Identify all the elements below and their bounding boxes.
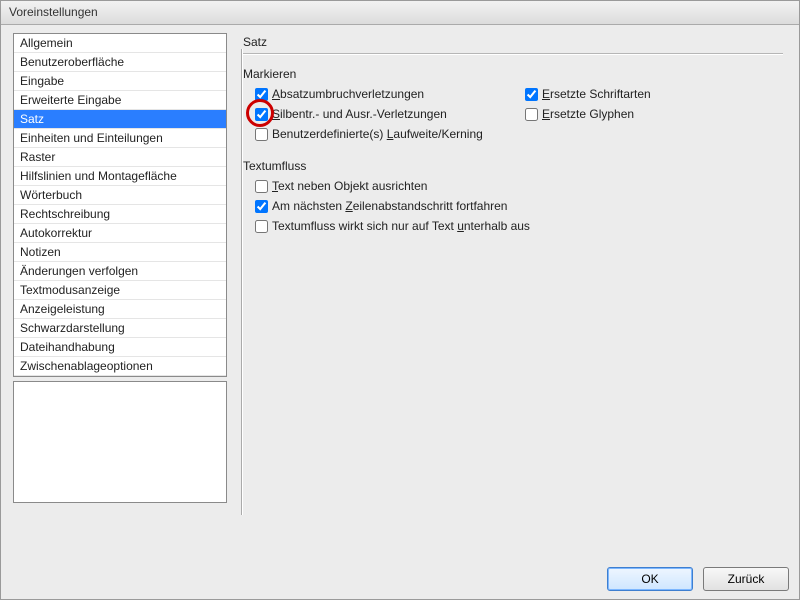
textwrap-option-checkbox[interactable] xyxy=(255,200,268,213)
highlight-option-checkbox[interactable] xyxy=(255,88,268,101)
sidebar-item[interactable]: Hilfslinien und Montagefläche xyxy=(14,167,226,186)
panel-title: Satz xyxy=(243,35,783,49)
sidebar-item[interactable]: Benutzeroberfläche xyxy=(14,53,226,72)
sidebar-item[interactable]: Textmodusanzeige xyxy=(14,281,226,300)
category-list[interactable]: AllgemeinBenutzeroberflächeEingabeErweit… xyxy=(13,33,227,377)
sidebar-item[interactable]: Allgemein xyxy=(14,34,226,53)
highlight-option-row[interactable]: Ersetzte Schriftarten xyxy=(525,87,745,101)
sidebar-item[interactable]: Anzeigeleistung xyxy=(14,300,226,319)
highlight-option-checkbox[interactable] xyxy=(255,128,268,141)
sidebar-secondary-box xyxy=(13,381,227,503)
sidebar-item[interactable]: Einheiten und Einteilungen xyxy=(14,129,226,148)
preferences-window: Voreinstellungen AllgemeinBenutzeroberfl… xyxy=(0,0,800,600)
back-button[interactable]: Zurück xyxy=(703,567,789,591)
group-textwrap: Textumfluss Text neben Objekt ausrichten… xyxy=(243,159,783,233)
titlebar: Voreinstellungen xyxy=(1,1,799,25)
highlight-option-checkbox[interactable] xyxy=(525,88,538,101)
highlight-option-row[interactable]: Absatzumbruchverletzungen xyxy=(255,87,515,101)
textwrap-option-label: Text neben Objekt ausrichten xyxy=(272,179,427,193)
highlight-option-label: Absatzumbruchverletzungen xyxy=(272,87,424,101)
highlight-option-checkbox[interactable] xyxy=(525,108,538,121)
ok-button[interactable]: OK xyxy=(607,567,693,591)
sidebar-item[interactable]: Erweiterte Eingabe xyxy=(14,91,226,110)
sidebar-item[interactable]: Dateihandhabung xyxy=(14,338,226,357)
textwrap-option-row[interactable]: Textumfluss wirkt sich nur auf Text unte… xyxy=(255,219,783,233)
sidebar-item[interactable]: Zwischenablageoptionen xyxy=(14,357,226,376)
sidebar-item[interactable]: Raster xyxy=(14,148,226,167)
textwrap-option-row[interactable]: Text neben Objekt ausrichten xyxy=(255,179,783,193)
highlight-option-label: Benutzerdefinierte(s) Laufweite/Kerning xyxy=(272,127,483,141)
horizontal-rule xyxy=(243,53,783,55)
textwrap-option-row[interactable]: Am nächsten Zeilenabstandschritt fortfah… xyxy=(255,199,783,213)
footer: OK Zurück xyxy=(1,559,799,599)
textwrap-option-checkbox[interactable] xyxy=(255,220,268,233)
window-body: AllgemeinBenutzeroberflächeEingabeErweit… xyxy=(1,25,799,559)
textwrap-option-checkbox[interactable] xyxy=(255,180,268,193)
highlight-option-label: Ersetzte Glyphen xyxy=(542,107,634,121)
sidebar-item[interactable]: Autokorrektur xyxy=(14,224,226,243)
group-highlight: Markieren Absatzumbruchverletzungen Erset… xyxy=(243,67,783,141)
highlight-option-row[interactable]: Benutzerdefinierte(s) Laufweite/Kerning xyxy=(255,127,515,141)
window-title: Voreinstellungen xyxy=(9,5,98,19)
highlight-option-row[interactable]: Silbentr.- und Ausr.-Verletzungen xyxy=(255,107,515,121)
sidebar-item[interactable]: Wörterbuch xyxy=(14,186,226,205)
sidebar-item[interactable]: Eingabe xyxy=(14,72,226,91)
group-highlight-legend: Markieren xyxy=(243,67,296,81)
textwrap-option-label: Textumfluss wirkt sich nur auf Text unte… xyxy=(272,219,530,233)
sidebar-item[interactable]: Satz xyxy=(14,110,226,129)
content-panel: Satz Markieren Absatzumbruchverletzungen… xyxy=(227,25,799,559)
highlight-option-label: Ersetzte Schriftarten xyxy=(542,87,651,101)
sidebar-item[interactable]: Änderungen verfolgen xyxy=(14,262,226,281)
group-textwrap-legend: Textumfluss xyxy=(243,159,306,173)
textwrap-option-label: Am nächsten Zeilenabstandschritt fortfah… xyxy=(272,199,507,213)
sidebar-item[interactable]: Schwarzdarstellung xyxy=(14,319,226,338)
sidebar: AllgemeinBenutzeroberflächeEingabeErweit… xyxy=(1,25,227,559)
highlight-option-checkbox[interactable] xyxy=(255,108,268,121)
sidebar-item[interactable]: Notizen xyxy=(14,243,226,262)
sidebar-item[interactable]: Rechtschreibung xyxy=(14,205,226,224)
highlight-option-row[interactable]: Ersetzte Glyphen xyxy=(525,107,745,121)
highlight-option-label: Silbentr.- und Ausr.-Verletzungen xyxy=(272,107,447,121)
